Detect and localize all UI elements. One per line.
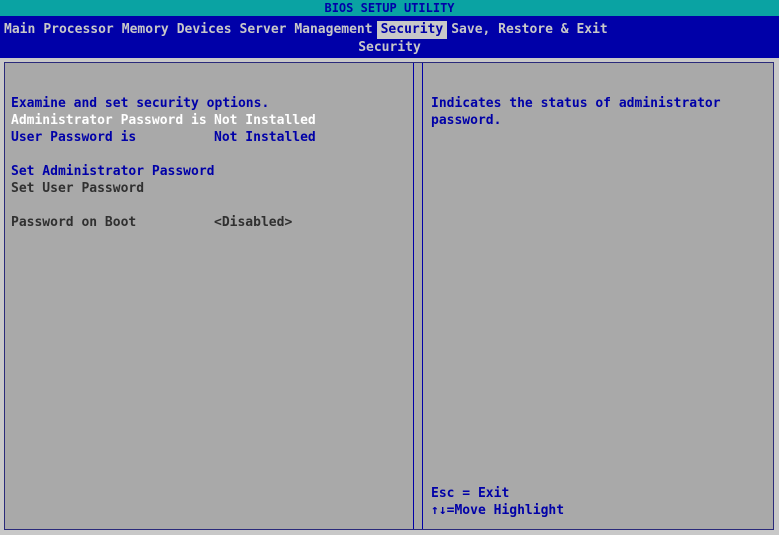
main-panel: Examine and set security options. Admini… [4, 62, 774, 530]
bios-screen: BIOS SETUP UTILITY Main Processor Memory… [0, 0, 779, 535]
help-text-line-2: password. [431, 113, 502, 128]
password-on-boot-item[interactable]: Password on Boot <Disabled> [11, 214, 411, 231]
set-admin-password-item[interactable]: Set Administrator Password [11, 163, 411, 180]
title-bar: BIOS SETUP UTILITY [0, 0, 779, 16]
panel-divider [413, 63, 423, 529]
help-text-line-1: Indicates the status of administrator [431, 96, 721, 111]
menu-server-management[interactable]: Server Management [236, 21, 377, 39]
user-password-value: Not Installed [214, 130, 316, 145]
section-heading: Examine and set security options. [11, 96, 270, 111]
menu-row: Main Processor Memory Devices Server Man… [0, 20, 612, 40]
admin-password-status: Administrator Password is Not Installed [11, 112, 411, 129]
password-on-boot-value[interactable]: <Disabled> [214, 214, 292, 231]
admin-password-value: Not Installed [214, 113, 316, 128]
help-pane: Indicates the status of administrator pa… [431, 95, 761, 129]
esc-exit-hint: Esc = Exit [431, 486, 510, 501]
page-subtitle: Security [358, 40, 421, 55]
menu-save-restore-exit[interactable]: Save, Restore & Exit [447, 21, 612, 39]
set-user-password-item[interactable]: Set User Password [11, 180, 411, 197]
options-pane: Examine and set security options. Admini… [11, 95, 411, 231]
user-password-status: User Password is Not Installed [11, 129, 411, 146]
menu-devices[interactable]: Devices [173, 21, 236, 39]
app-title: BIOS SETUP UTILITY [324, 1, 455, 15]
menu-security[interactable]: Security [376, 21, 448, 39]
admin-password-label: Administrator Password is [11, 113, 207, 128]
menu-main[interactable]: Main [0, 21, 39, 39]
key-legend: Esc = Exit ↑↓=Move Highlight [431, 485, 761, 519]
move-highlight-hint: ↑↓=Move Highlight [431, 503, 565, 518]
user-password-label: User Password is [11, 130, 137, 145]
password-on-boot-label: Password on Boot [11, 215, 137, 230]
menu-memory[interactable]: Memory [118, 21, 173, 39]
menu-bar: Main Processor Memory Devices Server Man… [0, 16, 779, 58]
menu-processor[interactable]: Processor [39, 21, 117, 39]
